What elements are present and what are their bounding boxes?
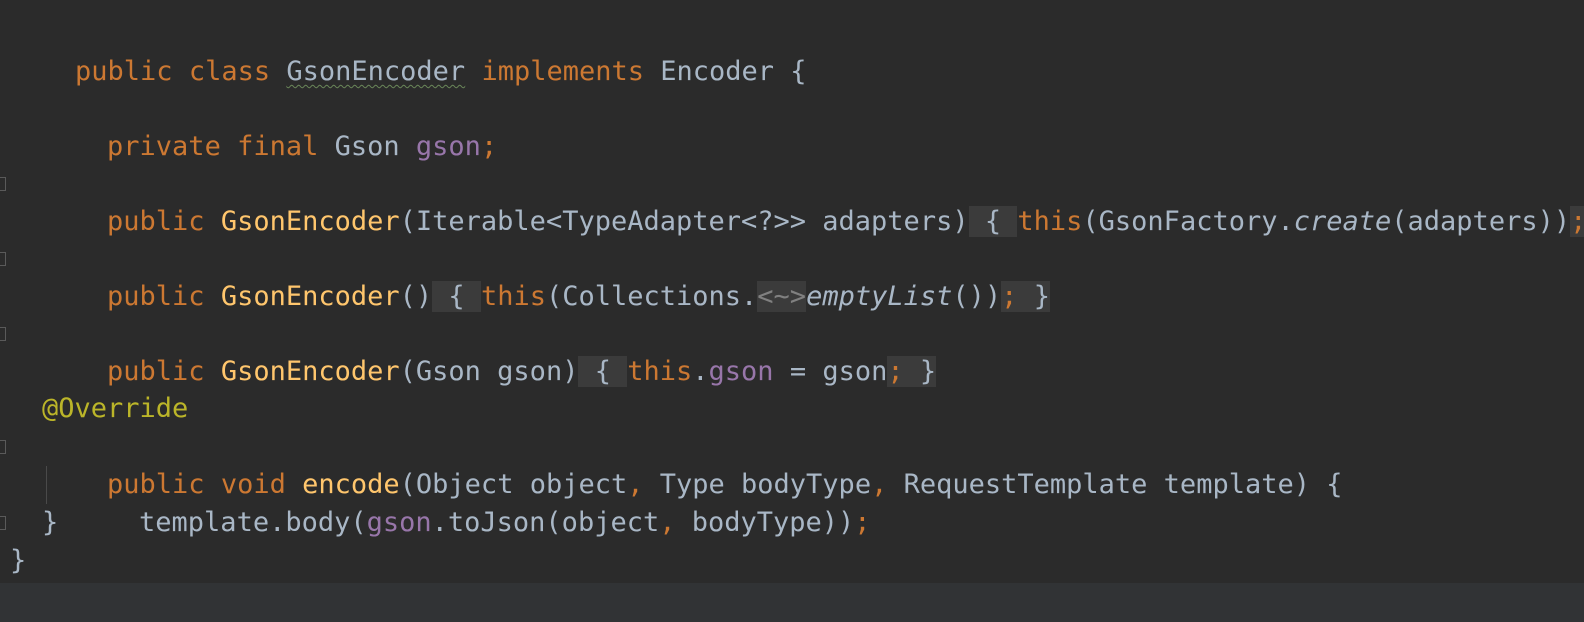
param-template: RequestTemplate template) { <box>903 469 1343 500</box>
comma: , <box>871 469 904 500</box>
folded-close[interactable]: } <box>1017 281 1050 312</box>
call-tojson: .toJson(object <box>431 507 660 538</box>
keyword-this: this <box>480 281 546 312</box>
code-line-method-close[interactable]: } <box>42 504 58 542</box>
keyword-public: public <box>75 56 189 87</box>
field-ref: gson <box>708 356 774 387</box>
keyword-this: this <box>627 356 693 387</box>
code-line-class-close[interactable]: } <box>10 542 26 580</box>
code-line-field[interactable]: private final Gson gson; <box>42 90 497 162</box>
folded-region[interactable]: { <box>968 206 1018 237</box>
keyword-this: this <box>1017 206 1083 237</box>
constructor-name: GsonEncoder <box>220 356 400 387</box>
dot: . <box>692 356 709 387</box>
field-type: Gson <box>334 131 416 162</box>
keyword-final: final <box>237 131 335 162</box>
constructor-name: GsonEncoder <box>220 281 400 312</box>
call-prefix: (Collections. <box>545 281 758 312</box>
folded-region[interactable]: { <box>578 356 628 387</box>
method-create: create <box>1293 206 1392 237</box>
keyword-implements: implements <box>465 56 661 87</box>
annotation-override[interactable]: @Override <box>42 390 188 428</box>
semicolon: ; <box>1001 281 1018 312</box>
params: (Gson gson) <box>399 356 579 387</box>
params: () <box>399 281 433 312</box>
interface-name: Encoder { <box>660 56 807 87</box>
assignment: = gson <box>773 356 888 387</box>
comma: , <box>659 507 692 538</box>
call-prefix: (GsonFactory. <box>1082 206 1294 237</box>
params: (Iterable<TypeAdapter<?>> adapters) <box>399 206 969 237</box>
type-hint[interactable]: <~> <box>757 281 807 312</box>
semicolon: ; <box>854 507 871 538</box>
keyword-public: public <box>107 206 221 237</box>
folded-region[interactable]: { <box>432 281 481 312</box>
constructor-name: GsonEncoder <box>220 206 400 237</box>
call-args: bodyType)) <box>691 507 855 538</box>
code-line-class-declaration[interactable]: public class GsonEncoder implements Enco… <box>10 15 807 87</box>
code-line-constructor-iterable[interactable]: public GsonEncoder(Iterable<TypeAdapter<… <box>42 165 1584 237</box>
keyword-public: public <box>107 356 221 387</box>
code-line-constructor-empty[interactable]: public GsonEncoder() { this(Collections.… <box>42 240 1050 312</box>
keyword-class: class <box>188 56 287 87</box>
class-name[interactable]: GsonEncoder <box>286 56 465 87</box>
code-line-method-declaration[interactable]: public void encode(Object object, Type b… <box>42 428 1342 500</box>
method-emptylist: emptyList <box>806 281 953 312</box>
keyword-private: private <box>107 131 238 162</box>
code-line-method-body[interactable]: template.body(gson.toJson(object, bodyTy… <box>74 466 871 538</box>
fold-marker[interactable] <box>0 440 6 454</box>
folded-close[interactable]: } <box>903 356 937 387</box>
code-editor[interactable]: public class GsonEncoder implements Enco… <box>0 0 1584 622</box>
fold-marker[interactable] <box>0 516 6 530</box>
editor-bottom-area <box>0 583 1584 622</box>
code-line-constructor-gson[interactable]: public GsonEncoder(Gson gson) { this.gso… <box>42 315 937 387</box>
fold-marker[interactable] <box>0 327 6 341</box>
semicolon: ; <box>1570 206 1584 237</box>
fold-marker[interactable] <box>0 252 6 266</box>
field-name: gson <box>415 131 481 162</box>
call-args: ()) <box>952 281 1002 312</box>
semicolon: ; <box>887 356 904 387</box>
field-ref: gson <box>366 507 432 538</box>
call-prefix: template.body( <box>139 507 367 538</box>
keyword-public: public <box>107 281 221 312</box>
fold-marker[interactable] <box>0 177 6 191</box>
semicolon: ; <box>480 131 498 162</box>
call-args: (adapters)) <box>1391 206 1571 237</box>
